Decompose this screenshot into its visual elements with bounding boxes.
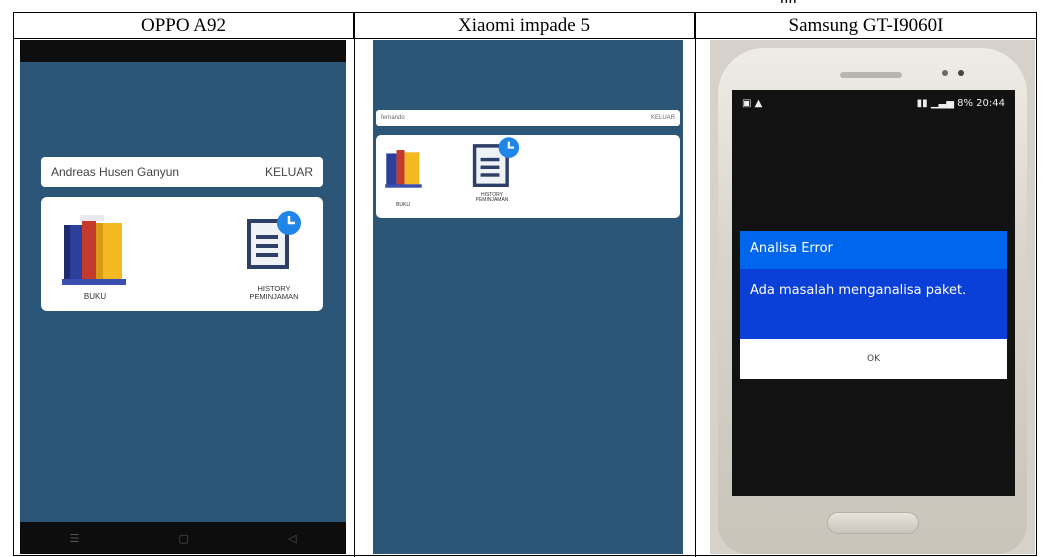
menu-label-history-line2: PEMINJAMAN: [475, 197, 509, 204]
front-camera: [958, 70, 964, 76]
status-time: 20:44: [976, 97, 1005, 109]
oppo-screenshot: Andreas Husen Ganyun KELUAR BUKU HISTORY…: [20, 40, 346, 554]
home-button[interactable]: [827, 512, 919, 534]
menu-item-history[interactable]: HISTORY PEMINJAMAN: [462, 135, 528, 215]
menu-icon[interactable]: ☰: [70, 532, 80, 545]
column-header-xiaomi: Xiaomi impade 5: [354, 13, 695, 39]
samsung-photo: ▣ ▲ ▮▮ ▁▃▅ 8% 20:44 Analisa Error Ada ma…: [710, 40, 1035, 554]
speaker-grille: [840, 72, 902, 78]
menu-label-buku: BUKU: [83, 292, 107, 301]
menu-label-history: HISTORY PEMINJAMAN: [462, 192, 522, 204]
status-right: ▮▮ ▁▃▅ 8% 20:44: [917, 98, 1005, 109]
status-bar: [20, 40, 346, 62]
back-icon[interactable]: ◁: [288, 532, 296, 545]
home-icon[interactable]: ▢: [178, 532, 188, 545]
history-document-icon: [247, 211, 301, 269]
signal-icon: ▮▮ ▁▃▅: [916, 97, 954, 109]
dialog-title: Analisa Error: [740, 231, 1007, 269]
user-bar: fernando KELUAR: [376, 110, 680, 126]
ok-button[interactable]: OK: [740, 339, 1007, 379]
user-bar: Andreas Husen Ganyun KELUAR: [41, 157, 323, 187]
column-divider: [695, 13, 696, 557]
column-divider: [354, 13, 355, 557]
logout-button[interactable]: KELUAR: [265, 165, 313, 179]
menu-item-history[interactable]: HISTORY PEMINJAMAN: [231, 211, 319, 307]
menu-label-history-line2: PEMINJAMAN: [249, 291, 299, 301]
notification-icons: ▣ ▲: [742, 97, 763, 109]
logout-button[interactable]: KELUAR: [651, 115, 675, 121]
menu-item-buku[interactable]: BUKU: [55, 207, 135, 303]
status-bar: ▣ ▲ ▮▮ ▁▃▅ 8% 20:44: [732, 90, 1015, 116]
proximity-sensor: [942, 70, 948, 76]
books-icon: [385, 150, 422, 188]
menu-card: BUKU HISTORY PEMINJAMAN: [41, 197, 323, 311]
menu-label-history: HISTORY PEMINJAMAN: [231, 285, 317, 301]
menu-label-buku: BUKU: [396, 202, 410, 208]
column-header-oppo: OPPO A92: [14, 13, 354, 39]
history-document-icon: [472, 137, 520, 187]
clipped-caption-text: gg: [780, 0, 797, 3]
column-header-samsung: Samsung GT-I9060I: [695, 13, 1037, 39]
menu-card: BUKU HISTORY PEMINJAMAN: [376, 135, 680, 218]
dialog-message: Ada masalah menganalisa paket.: [740, 269, 1007, 339]
navigation-bar: ☰ ▢ ◁: [20, 522, 346, 554]
menu-item-buku[interactable]: BUKU: [380, 139, 430, 214]
user-name: Andreas Husen Ganyun: [51, 165, 180, 179]
phone-screen: ▣ ▲ ▮▮ ▁▃▅ 8% 20:44 Analisa Error Ada ma…: [732, 90, 1015, 496]
xiaomi-screenshot: fernando KELUAR BUKU HISTORY PEMINJAMAN: [373, 40, 683, 554]
battery-level: 8%: [957, 97, 973, 109]
user-name: fernando: [381, 115, 405, 121]
books-icon: [62, 215, 126, 285]
